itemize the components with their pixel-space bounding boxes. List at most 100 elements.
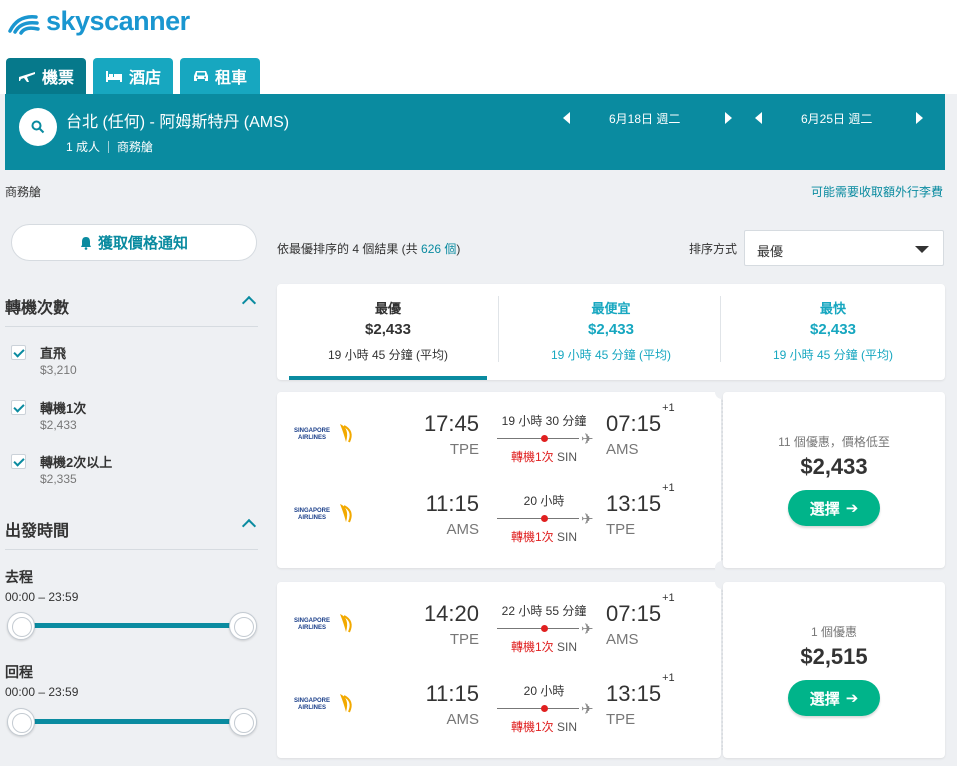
stops-info: 轉機1次 SIN [510,530,578,544]
outbound-time-slider[interactable] [7,612,257,640]
itinerary-legs[interactable]: SINGAPORE AIRLINES 17:45 TPE 19 小時 30 分鐘… [277,392,721,568]
search-summary-bar[interactable]: 台北 (任何) - 阿姆斯特丹 (AMS) 1 成人 商務艙 6月18日 週二 … [5,94,945,170]
results-total: 626 個 [421,242,457,256]
skyscanner-logo[interactable]: skyscanner [6,6,190,37]
sort-tab-title: 最便宜 [591,301,631,316]
plane-icon: ✈ [581,431,594,448]
plane-icon: ✈ [581,511,594,528]
slider-min-handle[interactable] [7,708,35,736]
stops-option-label: 直飛 [40,346,67,361]
sort-select-value: 最優 [757,244,784,259]
sort-tab-best[interactable]: 最優 $2,433 19 小時 45 分鐘 (平均) [277,284,499,380]
stops-option-price: $3,210 [40,363,77,377]
stops-option-label: 轉機2次以上 [40,455,113,470]
departure-airport: TPE [449,631,479,648]
flight-duration: 19 小時 30 分鐘 [501,414,587,428]
departure-time-filter-header[interactable]: 出發時間 [5,517,258,550]
active-tab-indicator [289,376,487,380]
return-date[interactable]: 6月25日 週二 [801,110,872,127]
svg-text:SINGAPORE: SINGAPORE [294,508,330,514]
checkbox[interactable] [11,345,26,360]
deals-count: 11 個優惠，價格低至 [778,435,890,449]
sort-tab-title: 最快 [819,301,846,316]
chevron-up-icon[interactable] [241,295,257,311]
tab-cars[interactable]: 租車 [180,58,260,94]
departure-time-filter-title: 出發時間 [5,523,70,540]
sort-tab-duration: 19 小時 45 分鐘 (平均) [327,348,449,362]
route-line [497,708,579,709]
stop-marker [541,435,548,442]
stops-filter-title: 轉機次數 [5,300,70,317]
sort-tab-cheapest[interactable]: 最便宜 $2,433 19 小時 45 分鐘 (平均) [500,284,722,380]
departure-time: 11:15 [425,681,479,706]
flight-duration: 20 小時 [523,494,565,508]
stops-option-price: $2,433 [40,418,77,432]
passenger-info[interactable]: 1 成人 商務艙 [66,138,153,155]
sort-tab-price: $2,433 [588,321,634,338]
slider-max-handle[interactable] [229,612,257,640]
singapore-airlines-logo-icon: SINGAPORE AIRLINES [294,694,352,713]
svg-text:AIRLINES: AIRLINES [298,435,326,441]
slider-max-handle[interactable] [229,708,257,736]
arrival-airport: TPE [606,521,636,538]
return-time-slider[interactable] [7,708,257,736]
singapore-airlines-logo-icon: SINGAPORE AIRLINES [294,504,352,523]
outbound-date[interactable]: 6月18日 週二 [609,110,680,127]
stops-filter-header[interactable]: 轉機次數 [5,294,258,327]
route-line [497,518,579,519]
chevron-up-icon[interactable] [241,518,257,534]
tab-hotels[interactable]: 酒店 [93,58,173,94]
arrival-time: 07:15+1 [606,591,675,626]
baggage-fee-link[interactable]: 可能需要收取額外行李費 [811,183,943,200]
select-button[interactable]: 選擇 ➔ [788,490,880,526]
logo-text: skyscanner [46,6,190,36]
departure-time: 11:15 [425,491,479,516]
svg-text:AIRLINES: AIRLINES [298,515,326,521]
outbound-next-date-button[interactable] [725,112,732,124]
checkbox[interactable] [11,454,26,469]
price-panel: 11 個優惠，價格低至 $2,433 選擇 ➔ [723,392,945,568]
arrow-right-icon: ➔ [845,690,859,707]
sunrise-logo-icon [8,14,40,35]
outbound-prev-date-button[interactable] [563,112,570,124]
sort-tab-price: $2,433 [810,321,856,338]
checkbox[interactable] [11,400,26,415]
sort-label: 排序方式 [689,242,738,256]
select-button[interactable]: 選擇 ➔ [788,680,880,716]
slider-min-handle[interactable] [7,612,35,640]
chevron-down-icon [915,246,929,253]
outbound-time-range: 00:00 – 23:59 [5,590,79,604]
return-prev-date-button[interactable] [755,112,762,124]
flight-leg-return: SINGAPORE AIRLINES 11:15 AMS 20 小時 ✈ 轉機1… [277,472,721,552]
arrival-airport: TPE [606,711,636,728]
flight-leg-outbound: SINGAPORE AIRLINES 14:20 TPE 22 小時 55 分鐘… [277,582,721,662]
day-offset: +1 [662,401,675,414]
stops-option-price: $2,335 [40,472,77,486]
cabin-class: 商務艙 [117,140,154,154]
itinerary-legs[interactable]: SINGAPORE AIRLINES 14:20 TPE 22 小時 55 分鐘… [277,582,721,758]
svg-text:SINGAPORE: SINGAPORE [294,618,330,624]
itinerary-card[interactable]: SINGAPORE AIRLINES 14:20 TPE 22 小時 55 分鐘… [277,575,945,758]
route-text[interactable]: 台北 (任何) - 阿姆斯特丹 (AMS) [66,108,289,132]
tab-label: 機票 [41,70,74,87]
search-button[interactable] [19,108,57,146]
arrival-airport: AMS [606,631,639,648]
departure-time: 14:20 [423,601,479,626]
tab-flights[interactable]: 機票 [6,58,86,94]
stop-marker [541,515,548,522]
plane-icon: ✈ [581,701,594,718]
return-next-date-button[interactable] [916,112,923,124]
sort-tab-duration: 19 小時 45 分鐘 (平均) [772,348,894,362]
arrival-time: 13:15+1 [606,481,675,516]
sort-tab-fastest[interactable]: 最快 $2,433 19 小時 45 分鐘 (平均) [722,284,944,380]
price-panel: 1 個優惠 $2,515 選擇 ➔ [723,582,945,758]
price-alert-button[interactable]: 獲取價格通知 [11,224,257,261]
itinerary-card[interactable]: SINGAPORE AIRLINES 17:45 TPE 19 小時 30 分鐘… [277,385,945,575]
svg-text:AIRLINES: AIRLINES [298,705,326,711]
arrival-airport: AMS [606,441,639,458]
top-bar: skyscanner [0,0,957,58]
route-line [497,438,579,439]
return-time-label: 回程 [5,664,33,680]
sort-select[interactable]: 最優 [744,230,944,266]
svg-text:AIRLINES: AIRLINES [298,625,326,631]
